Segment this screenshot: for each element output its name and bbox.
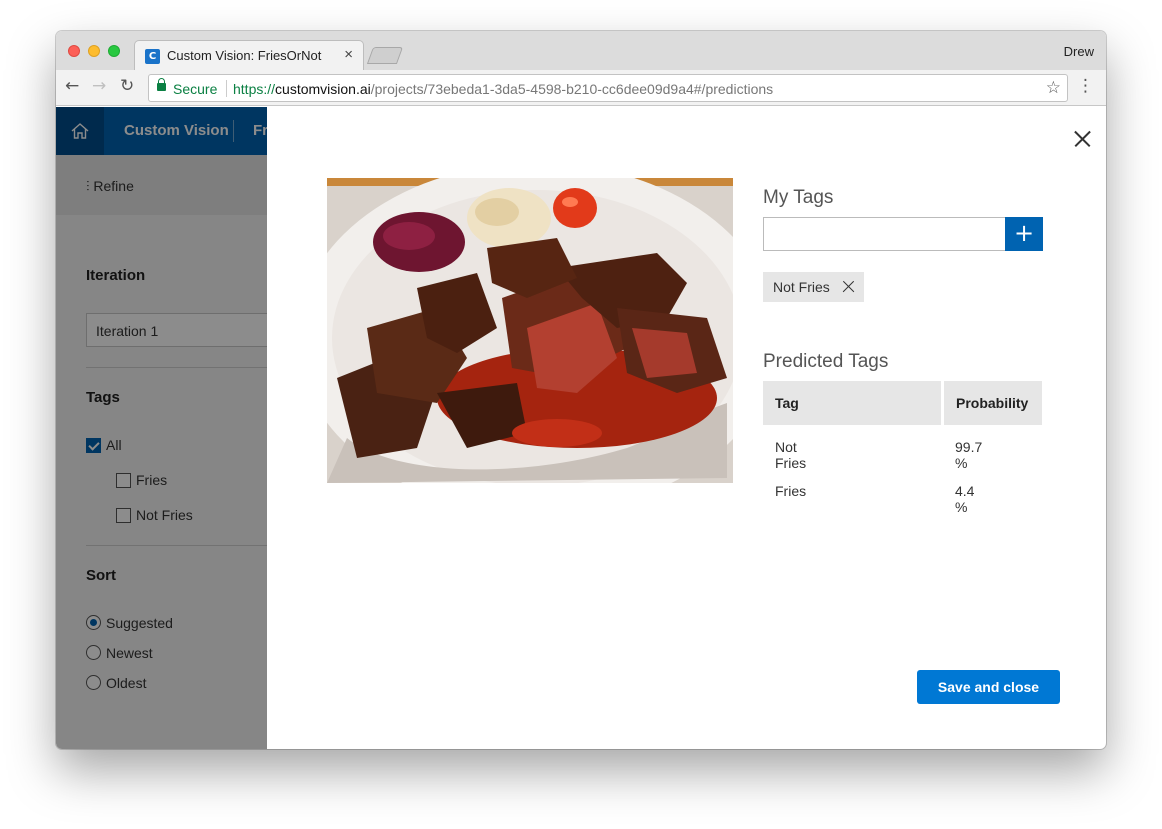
address-separator	[226, 80, 227, 97]
url-path: /projects/73ebeda1-3da5-4598-b210-cc6dee…	[370, 81, 774, 97]
tab-close-icon[interactable]: ×	[344, 46, 353, 63]
new-tab-button[interactable]	[366, 47, 404, 64]
column-header-probability-label: Probability	[956, 395, 1029, 411]
close-window-button[interactable]	[68, 45, 80, 57]
browser-tab[interactable]: C Custom Vision: FriesOrNot ×	[134, 40, 364, 70]
browser-menu-icon[interactable]: ⋮	[1077, 76, 1094, 96]
page-content: Custom Vision Fr ⫶ Refine Iteration Iter…	[56, 107, 1106, 749]
url-text[interactable]: https://customvision.ai/projects/73ebeda…	[233, 81, 773, 97]
tab-strip: C Custom Vision: FriesOrNot × Drew	[56, 31, 1106, 70]
predicted-tag-probability: 99.7 %	[955, 439, 983, 471]
food-photo	[327, 178, 733, 483]
image-detail-dialog: My Tags + Not Fries Predicted Tags Tag P…	[267, 107, 1106, 749]
zoom-window-button[interactable]	[108, 45, 120, 57]
close-icon[interactable]	[1075, 131, 1089, 145]
plus-icon: +	[1013, 219, 1035, 247]
url-scheme: https://	[233, 81, 276, 97]
forward-arrow-icon[interactable]: →	[92, 76, 106, 96]
applied-tag-label: Not Fries	[773, 279, 830, 295]
secure-label: Secure	[173, 81, 218, 97]
add-tag-button[interactable]: +	[1005, 217, 1043, 251]
address-bar[interactable]: Secure https://customvision.ai/projects/…	[148, 74, 1068, 102]
url-domain: customvision.ai	[275, 81, 371, 97]
browser-toolbar: ← → ↻ Secure https://customvision.ai/pro…	[56, 70, 1106, 106]
bookmark-star-icon[interactable]: ☆	[1046, 78, 1061, 98]
profile-name[interactable]: Drew	[1064, 44, 1094, 59]
back-arrow-icon[interactable]: ←	[65, 76, 79, 96]
predicted-tag-name: Not Fries	[775, 439, 807, 471]
save-and-close-button[interactable]: Save and close	[917, 670, 1060, 704]
column-header-tag-label: Tag	[775, 395, 799, 411]
tab-title: Custom Vision: FriesOrNot	[167, 48, 322, 63]
custom-vision-favicon-icon: C	[145, 49, 160, 64]
minimize-window-button[interactable]	[88, 45, 100, 57]
column-header-tag: Tag	[763, 381, 941, 425]
applied-tag-chip: Not Fries	[763, 272, 864, 302]
column-header-probability: Probability	[944, 381, 1042, 425]
predicted-tag-probability: 4.4 %	[955, 483, 975, 515]
lock-icon	[157, 78, 166, 91]
reload-icon[interactable]: ↻	[120, 76, 134, 96]
predicted-tag-name: Fries	[775, 483, 807, 499]
predicted-tags-title: Predicted Tags	[763, 351, 889, 372]
browser-window: C Custom Vision: FriesOrNot × Drew ← → ↻…	[56, 31, 1106, 749]
add-tag-input[interactable]	[763, 217, 1006, 251]
remove-tag-icon[interactable]	[843, 281, 854, 292]
prediction-image	[327, 178, 733, 483]
my-tags-title: My Tags	[763, 187, 834, 208]
